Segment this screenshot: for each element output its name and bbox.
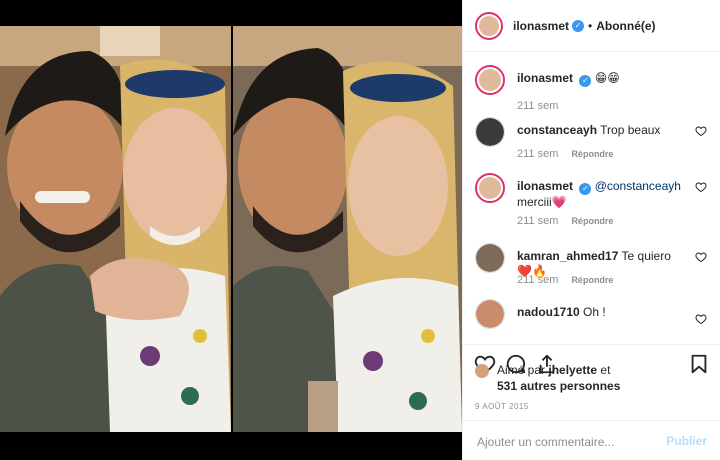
verified-icon: ✓ bbox=[579, 75, 592, 87]
commenter-avatar[interactable] bbox=[475, 117, 505, 147]
list-item: nadou1710 Oh ! bbox=[475, 299, 711, 339]
verified-icon: ✓ bbox=[579, 183, 592, 195]
post-header: ilonasmet ✓ • Abonné(e) bbox=[463, 0, 720, 52]
comment-text: Oh ! bbox=[583, 305, 606, 319]
commenter-avatar[interactable] bbox=[475, 299, 505, 329]
reply-button[interactable]: Répondre bbox=[571, 149, 613, 159]
likes-connector: et bbox=[600, 363, 611, 377]
liker-username[interactable]: jhelyette bbox=[548, 363, 597, 377]
caption-time: 211 sem bbox=[517, 100, 559, 112]
caption-item: ilonasmet ✓ 😁😁 211 sem bbox=[475, 65, 711, 113]
photo-left-panel bbox=[0, 26, 231, 432]
commenter-avatar[interactable] bbox=[475, 243, 505, 273]
caption-meta: 211 sem bbox=[517, 100, 558, 112]
caption-text: 😁😁 bbox=[594, 71, 620, 85]
author-avatar[interactable] bbox=[475, 11, 503, 40]
reply-button[interactable]: Répondre bbox=[571, 216, 613, 226]
comment-text: merciii💗 bbox=[517, 195, 567, 209]
commenter-avatar[interactable] bbox=[475, 173, 505, 203]
post-sidebar: ilonasmet ✓ • Abonné(e) ilonasmet ✓ 😁😁 2… bbox=[462, 0, 720, 460]
comment-username[interactable]: ilonasmet bbox=[517, 179, 573, 193]
photo-right-panel bbox=[233, 26, 462, 432]
heart-icon[interactable] bbox=[695, 251, 707, 263]
list-item: constanceayh Trop beaux 211 sem Répondre bbox=[475, 117, 711, 167]
post-date: 9 AOÛT 2015 bbox=[475, 402, 529, 411]
comment-text: Trop beaux bbox=[600, 123, 661, 137]
comment-meta: 211 sem Répondre bbox=[517, 148, 613, 160]
liker-avatar[interactable] bbox=[475, 364, 489, 378]
likes-prefix: Aimé par bbox=[497, 363, 546, 377]
list-item: ilonasmet ✓ @constanceayh merciii💗 211 s… bbox=[475, 173, 711, 229]
heart-icon[interactable] bbox=[695, 313, 707, 325]
publish-button[interactable]: Publier bbox=[666, 434, 707, 448]
heart-icon[interactable] bbox=[695, 181, 707, 193]
comment-time: 211 sem bbox=[517, 148, 559, 160]
comment-meta: 211 sem Répondre bbox=[517, 274, 613, 286]
author-username[interactable]: ilonasmet bbox=[513, 19, 569, 33]
comment-input[interactable] bbox=[475, 432, 659, 452]
bookmark-icon[interactable] bbox=[688, 353, 710, 375]
verified-icon: ✓ bbox=[572, 19, 585, 32]
caption-username[interactable]: ilonasmet bbox=[517, 71, 573, 85]
comment-meta: 211 sem Répondre bbox=[517, 215, 613, 227]
likes-others-count[interactable]: 531 autres personnes bbox=[497, 379, 620, 393]
caption-avatar[interactable] bbox=[475, 65, 505, 95]
heart-icon[interactable] bbox=[695, 125, 707, 137]
comment-username[interactable]: kamran_ahmed17 bbox=[517, 249, 618, 263]
follow-status-button[interactable]: Abonné(e) bbox=[596, 19, 655, 33]
comment-time: 211 sem bbox=[517, 215, 559, 227]
comment-mention[interactable]: @constanceayh bbox=[595, 179, 681, 193]
comment-username[interactable]: nadou1710 bbox=[517, 305, 580, 319]
comment-time: 211 sem bbox=[517, 274, 559, 286]
add-comment-bar: Publier bbox=[463, 420, 720, 460]
reply-button[interactable]: Répondre bbox=[571, 275, 613, 285]
comments-list[interactable]: ilonasmet ✓ 😁😁 211 sem constanceayh Trop… bbox=[463, 53, 720, 343]
post-photo[interactable] bbox=[0, 0, 462, 460]
header-separator: • bbox=[588, 18, 593, 33]
list-item: kamran_ahmed17 Te quiero ❤️🔥 211 sem Rép… bbox=[475, 243, 711, 293]
instagram-post: ilonasmet ✓ • Abonné(e) ilonasmet ✓ 😁😁 2… bbox=[0, 0, 720, 460]
comment-username[interactable]: constanceayh bbox=[517, 123, 597, 137]
